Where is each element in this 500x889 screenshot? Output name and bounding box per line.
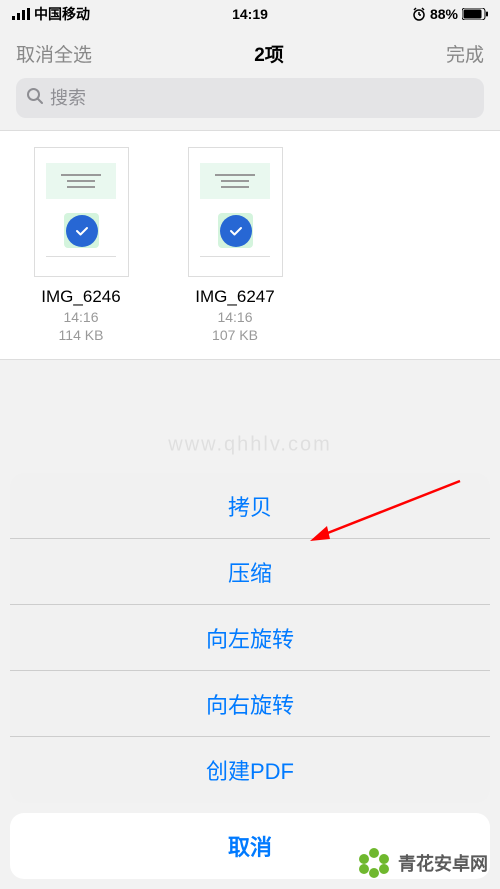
action-group: 拷贝 压缩 向左旋转 向右旋转 创建PDF bbox=[10, 473, 490, 803]
file-name-label: IMG_6246 bbox=[41, 287, 120, 307]
action-copy[interactable]: 拷贝 bbox=[10, 473, 490, 539]
battery-icon bbox=[462, 8, 488, 20]
action-rotate-right[interactable]: 向右旋转 bbox=[10, 671, 490, 737]
file-time-label: 14:16 bbox=[63, 309, 98, 325]
signal-icon bbox=[12, 8, 30, 20]
action-rotate-left[interactable]: 向左旋转 bbox=[10, 605, 490, 671]
watermark-url: www.qhhlv.com bbox=[168, 433, 331, 456]
file-size-label: 107 KB bbox=[212, 327, 258, 343]
action-create-pdf[interactable]: 创建PDF bbox=[10, 737, 490, 803]
file-time-label: 14:16 bbox=[217, 309, 252, 325]
file-grid: IMG_6246 14:16 114 KB IMG_6247 14:16 107… bbox=[0, 130, 500, 360]
selected-check-icon bbox=[66, 215, 98, 247]
carrier-label: 中国移动 bbox=[34, 4, 90, 24]
file-size-label: 114 KB bbox=[59, 327, 104, 343]
file-item[interactable]: IMG_6247 14:16 107 KB bbox=[170, 147, 300, 343]
nav-bar: 取消全选 2项 完成 bbox=[0, 28, 500, 78]
search-input[interactable] bbox=[50, 88, 474, 109]
status-right: 88% bbox=[412, 6, 488, 22]
deselect-all-button[interactable]: 取消全选 bbox=[16, 40, 92, 67]
time-label: 14:19 bbox=[232, 6, 268, 22]
status-bar: 中国移动 14:19 88% bbox=[0, 0, 500, 28]
selected-check-icon bbox=[220, 215, 252, 247]
battery-label: 88% bbox=[430, 6, 458, 22]
cancel-button[interactable]: 取消 bbox=[10, 813, 490, 879]
search-bar[interactable] bbox=[16, 78, 484, 118]
file-thumbnail bbox=[34, 147, 129, 277]
action-compress[interactable]: 压缩 bbox=[10, 539, 490, 605]
alarm-icon bbox=[412, 7, 426, 21]
file-item[interactable]: IMG_6246 14:16 114 KB bbox=[16, 147, 146, 343]
action-sheet: 拷贝 压缩 向左旋转 向右旋转 创建PDF 取消 bbox=[0, 463, 500, 889]
file-name-label: IMG_6247 bbox=[195, 287, 274, 307]
status-left: 中国移动 bbox=[12, 4, 90, 24]
search-icon bbox=[26, 87, 44, 110]
file-thumbnail bbox=[188, 147, 283, 277]
page-title: 2项 bbox=[254, 40, 284, 67]
done-button[interactable]: 完成 bbox=[446, 40, 484, 67]
